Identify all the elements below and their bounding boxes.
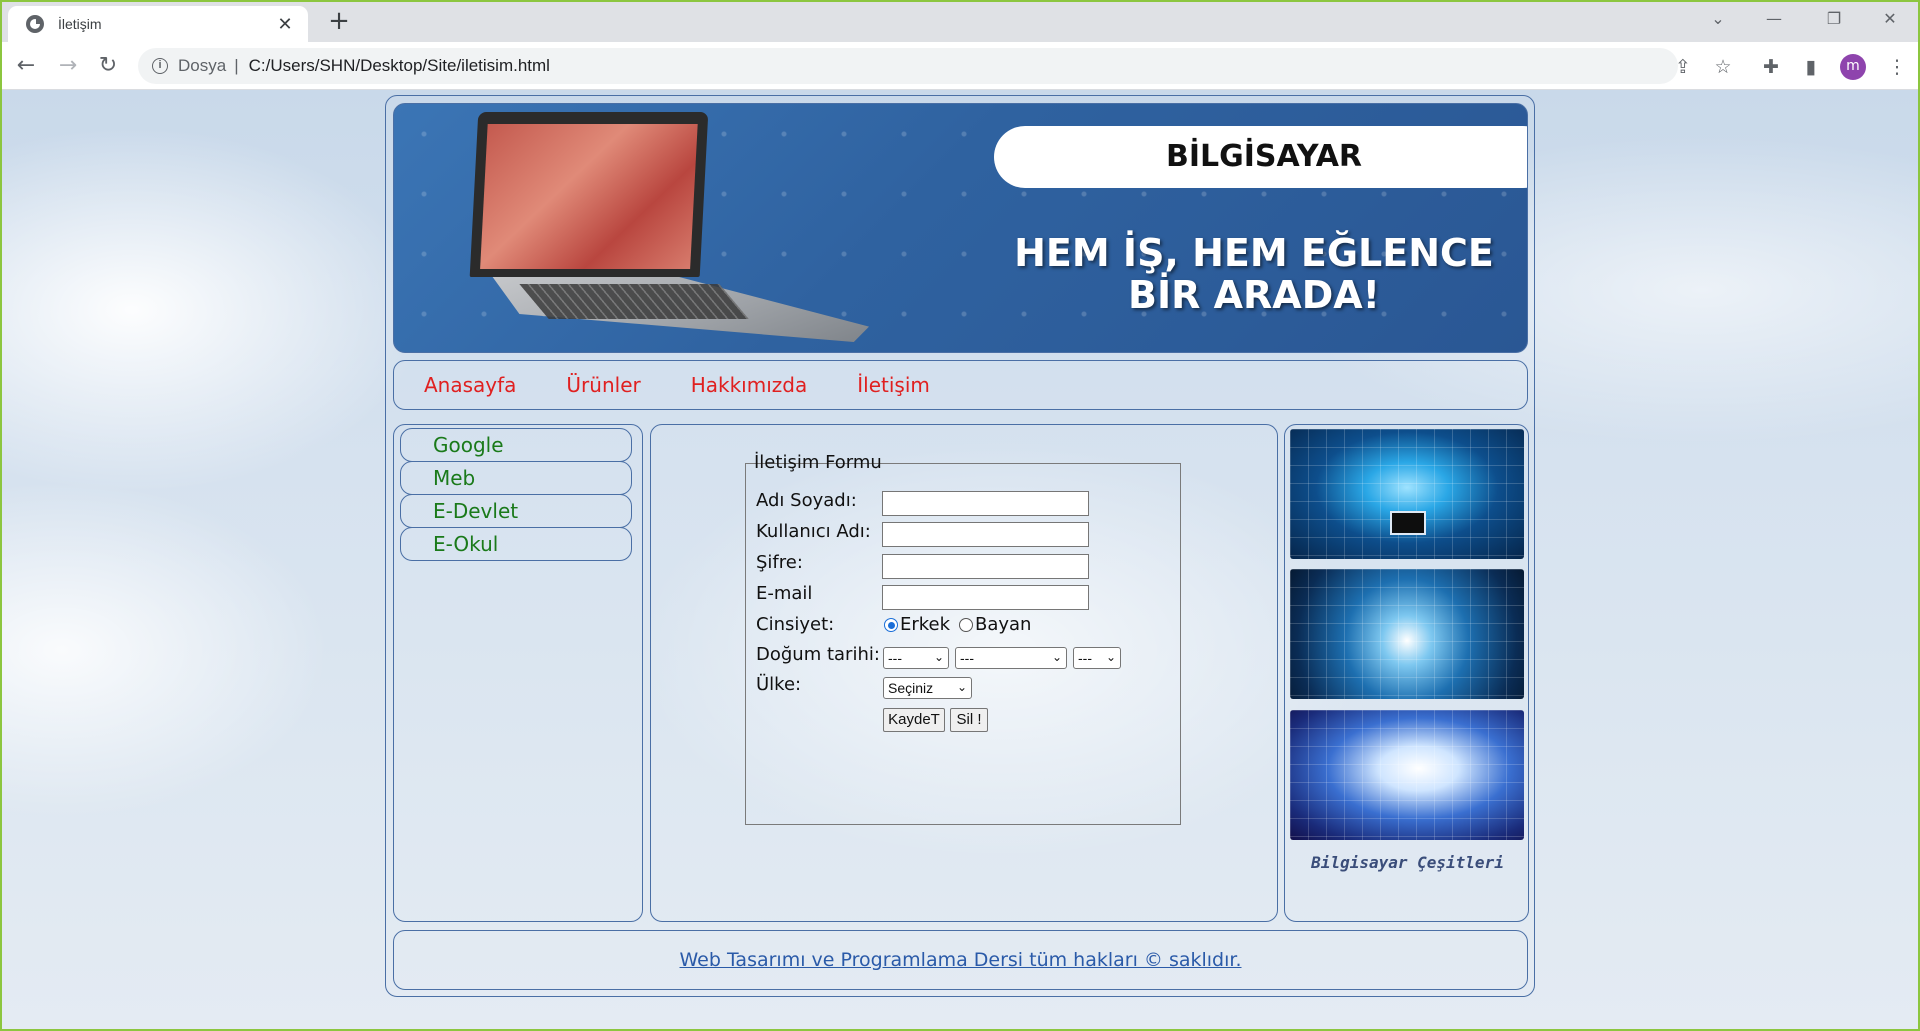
banner-slogan: HEM İŞ, HEM EĞLENCE BİR ARADA! (1014, 232, 1494, 316)
site-container: BİLGİSAYAR HEM İŞ, HEM EĞLENCE BİR ARADA… (385, 95, 1535, 997)
address-scheme: Dosya (178, 56, 227, 75)
profile-avatar[interactable]: m (1840, 54, 1866, 80)
restore-icon[interactable]: ❐ (1806, 2, 1862, 36)
content-area: İletişim Formu Adı Soyadı: Kullanıcı Adı… (650, 424, 1278, 922)
address-separator: | (234, 56, 239, 75)
info-icon[interactable]: i (152, 58, 168, 74)
close-tab-icon[interactable]: ✕ (274, 14, 296, 35)
birth-year-value: --- (1078, 650, 1092, 666)
monitor-image (1390, 511, 1426, 535)
slogan-line-1: HEM İŞ, HEM EĞLENCE (1014, 231, 1494, 275)
main-nav: Anasayfa Ürünler Hakkımızda İletişim (393, 360, 1528, 410)
label-gender: Cinsiyet: (756, 614, 835, 635)
tab-search-icon[interactable]: ⌄ (1690, 2, 1746, 36)
chevron-down-icon: ⌄ (956, 680, 967, 694)
network-image (1290, 429, 1524, 559)
bookmark-star-icon[interactable]: ☆ (1710, 54, 1736, 80)
birth-year-select[interactable]: --- ⌄ (1073, 647, 1121, 669)
contact-form: İletişim Formu Adı Soyadı: Kullanıcı Adı… (745, 452, 1181, 825)
gender-label-female: Bayan (975, 614, 1032, 635)
gender-radio-male[interactable] (884, 618, 898, 632)
right-sidebar: Bilgisayar Çeşitleri (1284, 424, 1529, 922)
chevron-down-icon: ⌄ (1105, 650, 1116, 664)
nav-iletisim[interactable]: İletişim (857, 373, 930, 397)
share-icon[interactable]: ⇪ (1670, 54, 1696, 80)
images-caption: Bilgisayar Çeşitleri (1311, 853, 1504, 872)
side-panel-icon[interactable]: ▮ (1798, 54, 1824, 80)
left-sidebar: Google Meb E-Devlet E-Okul (393, 424, 643, 922)
image-grid-overlay (1290, 429, 1524, 559)
username-input[interactable] (882, 522, 1089, 547)
email-input[interactable] (882, 585, 1089, 610)
laptop-keyboard-image (519, 284, 749, 319)
globe-network-image (1290, 569, 1524, 699)
password-input[interactable] (882, 554, 1089, 579)
tab-strip: İletişim ✕ + ⌄ — ❐ ✕ (0, 0, 1920, 42)
chevron-down-icon: ⌄ (933, 650, 944, 664)
label-username: Kullanıcı Adı: (756, 521, 871, 542)
tab-title: İletişim (58, 16, 102, 32)
page-viewport: BİLGİSAYAR HEM İŞ, HEM EĞLENCE BİR ARADA… (2, 90, 1918, 1029)
nav-urunler[interactable]: Ürünler (566, 373, 640, 397)
clear-button[interactable]: Sil ! (950, 708, 988, 732)
birth-day-value: --- (888, 650, 902, 666)
address-bar[interactable]: i Dosya | C:/Users/SHN/Desktop/Site/ilet… (138, 48, 1678, 84)
browser-toolbar: ← → ↻ i Dosya | C:/Users/SHN/Desktop/Sit… (0, 42, 1920, 90)
form-legend: İletişim Formu (754, 452, 882, 473)
country-value: Seçiniz (888, 680, 934, 696)
gender-radio-female[interactable] (959, 618, 973, 632)
label-password: Şifre: (756, 552, 803, 573)
label-country: Ülke: (756, 674, 802, 695)
birth-month-select[interactable]: --- ⌄ (955, 647, 1067, 669)
new-tab-button[interactable]: + (324, 6, 354, 36)
link-meb[interactable]: Meb (400, 461, 632, 495)
chevron-down-icon: ⌄ (1051, 650, 1062, 664)
nav-hakkimizda[interactable]: Hakkımızda (691, 373, 808, 397)
label-birthdate: Doğum tarihi: (756, 644, 880, 665)
birth-month-value: --- (960, 650, 974, 666)
globe-icon (26, 15, 44, 33)
image-grid-overlay (1290, 569, 1524, 699)
extensions-icon[interactable]: ✚ (1758, 54, 1784, 80)
close-window-icon[interactable]: ✕ (1862, 2, 1918, 36)
country-select[interactable]: Seçiniz ⌄ (883, 677, 972, 699)
brand-title: BİLGİSAYAR (1165, 139, 1363, 174)
forward-icon[interactable]: → (52, 50, 84, 82)
name-input[interactable] (882, 491, 1089, 516)
label-email: E-mail (756, 583, 813, 604)
link-google[interactable]: Google (400, 428, 632, 462)
back-icon[interactable]: ← (10, 50, 42, 82)
birth-day-select[interactable]: --- ⌄ (883, 647, 949, 669)
laptop-screen-image (469, 112, 709, 277)
save-button[interactable]: KaydeT (883, 708, 945, 732)
header-banner: BİLGİSAYAR HEM İŞ, HEM EĞLENCE BİR ARADA… (393, 103, 1528, 353)
label-name: Adı Soyadı: (756, 490, 857, 511)
link-edevlet[interactable]: E-Devlet (400, 494, 632, 528)
active-tab[interactable]: İletişim ✕ (8, 6, 308, 42)
slogan-line-2: BİR ARADA! (1128, 273, 1380, 317)
nav-anasayfa[interactable]: Anasayfa (424, 373, 516, 397)
minimize-icon[interactable]: — (1746, 2, 1802, 36)
image-grid-overlay (1290, 710, 1524, 840)
address-url: C:/Users/SHN/Desktop/Site/iletisim.html (248, 56, 550, 75)
footer-link[interactable]: Web Tasarımı ve Programlama Dersi tüm ha… (680, 949, 1242, 971)
menu-icon[interactable]: ⋮ (1884, 54, 1910, 80)
cloud-server-image (1290, 710, 1524, 840)
page-footer: Web Tasarımı ve Programlama Dersi tüm ha… (393, 930, 1528, 990)
gender-label-male: Erkek (900, 614, 951, 635)
link-eokul[interactable]: E-Okul (400, 527, 632, 561)
reload-icon[interactable]: ↻ (92, 50, 124, 82)
